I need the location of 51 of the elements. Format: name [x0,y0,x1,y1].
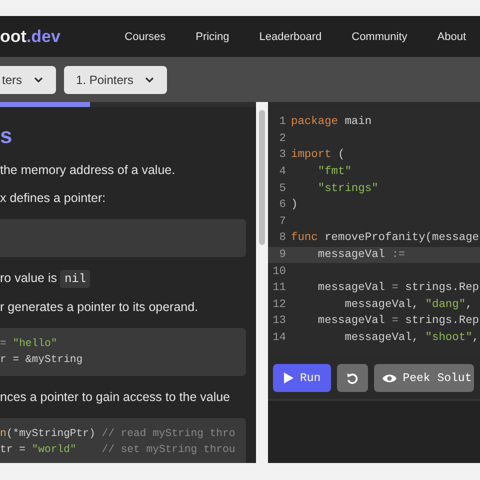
lesson-text: ro value is [0,271,57,285]
code-line: "strings" [316,182,378,195]
peek-solution-button[interactable]: Peek Solut [374,364,474,392]
code-line: messageVal, "dang", [344,298,472,311]
line-number: 6 [278,199,287,212]
code-block: = "hello" r = &myString [0,328,246,376]
lesson-text: the memory address of a value. [0,163,176,177]
inline-code: nil [60,270,90,288]
scrollbar[interactable] [256,102,268,463]
code-line: messageVal, "shoot", [344,332,479,344]
line-number: 12 [272,298,287,311]
undo-icon [346,372,359,384]
line-number: 5 [278,182,287,195]
code-line: import ( [291,149,345,162]
nav-link[interactable]: Pricing [196,30,230,42]
code-line: package main [291,116,372,128]
lesson-text: r generates a pointer to its operand. [0,300,200,314]
lesson-text: x defines a pointer: [0,191,107,205]
code-line: "fmt" [316,166,352,178]
line-number: 4 [278,166,287,178]
chevron-down-icon [145,76,154,82]
reset-button[interactable] [336,364,368,392]
line-number: 11 [272,282,287,294]
lesson-text: nces a pointer to gain access to the value [0,390,232,404]
line-number: 13 [272,315,287,328]
breadcrumb-dropdown[interactable]: ters [0,66,56,94]
nav-link[interactable]: Community [352,30,408,42]
nav-link[interactable]: Courses [124,30,166,42]
breadcrumb-dropdown[interactable]: 1. Pointers [64,66,168,94]
line-number: 10 [272,266,287,278]
run-button[interactable]: Run [273,364,331,392]
nav-link[interactable]: Leaderboard [259,30,322,42]
line-number: 3 [278,149,287,162]
play-icon [283,372,294,384]
code-line: ) [291,199,298,212]
code-line: messageVal := [316,249,406,262]
lesson-heading: s [0,123,14,149]
code-line: messageVal = strings.Rep [316,315,480,328]
nav-link[interactable]: About [437,30,466,42]
line-number: 8 [278,232,287,244]
code-line: func removeProfanity(message [291,232,479,244]
chevron-down-icon [34,76,44,82]
line-number: 7 [278,216,287,228]
eye-icon [382,372,397,384]
code-block: n(*myStringPtr) // read myString thro tr = "world" // set myString throu [0,418,246,463]
line-number: 14 [272,332,287,344]
site-logo[interactable]: oot.dev [0,26,60,46]
line-number: 1 [278,116,287,128]
line-number: 9 [278,249,287,262]
line-number: 2 [278,132,287,145]
code-line: messageVal = strings.Rep [316,282,480,294]
